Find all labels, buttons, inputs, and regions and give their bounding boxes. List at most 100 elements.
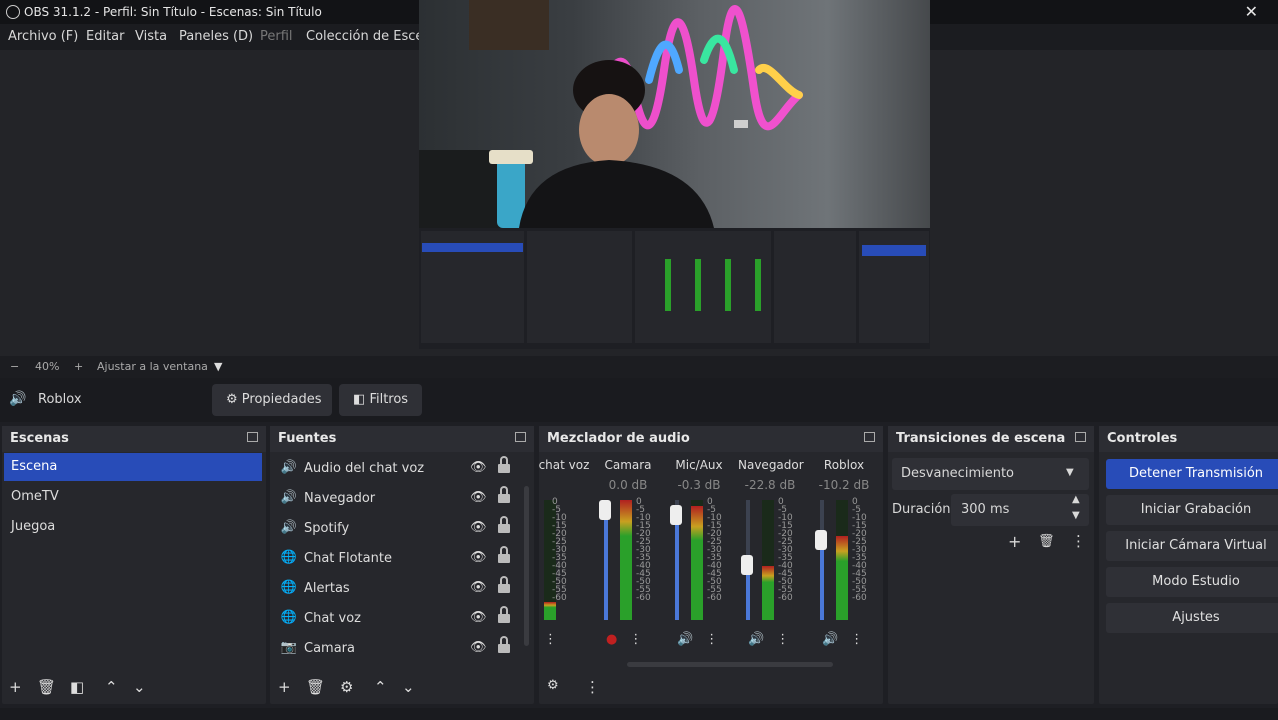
source-item[interactable]: 🌐 Alertas 👁: [280, 576, 520, 604]
source-item[interactable]: 🔊 Navegador 👁: [280, 486, 520, 514]
float-dock-icon[interactable]: [515, 432, 526, 442]
add-source-icon[interactable]: +: [278, 678, 291, 696]
filters-button[interactable]: ◧ Filtros: [339, 384, 422, 416]
channel-menu-icon[interactable]: ⋮: [629, 632, 642, 647]
float-dock-icon[interactable]: [1075, 432, 1086, 442]
visibility-eye-icon[interactable]: 👁: [470, 610, 487, 625]
visibility-eye-icon[interactable]: 👁: [470, 520, 487, 535]
scene-item[interactable]: Juegoa: [4, 513, 262, 541]
channel-db: -0.3 dB: [677, 478, 721, 492]
settings-button[interactable]: Ajustes: [1106, 603, 1278, 633]
gear-icon[interactable]: ⚙: [340, 678, 353, 696]
mixer-channel: Navegador -22.8 dB 0 -5 -10 -15 -20 -25 -3…: [738, 456, 804, 656]
scene-item[interactable]: OmeTV: [4, 483, 262, 511]
advanced-audio-icon[interactable]: ⚙: [547, 678, 559, 693]
mixer-scrollbar[interactable]: [627, 662, 833, 667]
lock-icon[interactable]: [498, 486, 510, 503]
menu-edit[interactable]: Editar: [86, 29, 125, 44]
lock-icon[interactable]: [498, 576, 510, 593]
float-dock-icon[interactable]: [247, 432, 258, 442]
volume-slider[interactable]: [670, 500, 682, 620]
scenes-header: Escenas: [2, 426, 266, 452]
visibility-eye-icon[interactable]: 👁: [470, 460, 487, 475]
trash-icon[interactable]: 🗑: [306, 678, 325, 696]
visibility-eye-icon[interactable]: 👁: [470, 640, 487, 655]
source-item[interactable]: 🔊 Audio del chat voz 👁: [280, 456, 520, 484]
scene-filter-icon[interactable]: ◧: [70, 678, 84, 696]
transition-select[interactable]: Desvanecimiento ▼: [892, 458, 1089, 490]
lock-icon[interactable]: [498, 606, 510, 623]
volume-knob[interactable]: [741, 555, 753, 575]
chevron-down-icon[interactable]: ▼: [214, 360, 222, 373]
scenes-title: Escenas: [10, 431, 69, 446]
mixer-menu-icon[interactable]: ⋮: [585, 678, 600, 696]
speaker-icon[interactable]: 🔊: [748, 632, 764, 647]
mixer-header: Mezclador de audio: [539, 426, 883, 452]
sources-title: Fuentes: [278, 431, 337, 446]
trash-icon[interactable]: 🗑: [37, 678, 56, 696]
source-item[interactable]: 🌐 Chat Flotante 👁: [280, 546, 520, 574]
start-virtual-camera-button[interactable]: Iniciar Cámara Virtual: [1106, 531, 1278, 561]
visibility-eye-icon[interactable]: 👁: [470, 550, 487, 565]
speaker-icon[interactable]: 🔊: [677, 632, 693, 647]
transition-select-value: Desvanecimiento: [901, 466, 1015, 481]
muted-speaker-icon[interactable]: ●: [606, 632, 617, 647]
menu-docks[interactable]: Paneles (D): [179, 29, 253, 44]
volume-knob[interactable]: [815, 530, 827, 550]
volume-knob[interactable]: [670, 505, 682, 525]
duration-field[interactable]: 300 ms ▲ ▼: [951, 494, 1089, 526]
duration-label: Duración: [892, 502, 951, 517]
zoom-out-button[interactable]: −: [10, 360, 19, 373]
channel-menu-icon[interactable]: ⋮: [544, 632, 557, 647]
chevron-up-icon[interactable]: ▲: [1072, 494, 1080, 505]
volume-slider[interactable]: [599, 500, 611, 620]
channel-menu-icon[interactable]: ⋮: [850, 632, 863, 647]
lock-icon[interactable]: [498, 516, 510, 533]
source-item[interactable]: 🌐 Chat voz 👁: [280, 606, 520, 634]
move-down-icon[interactable]: ⌄: [402, 678, 415, 696]
camera-icon: 📷: [280, 640, 298, 655]
lock-icon[interactable]: [498, 636, 510, 653]
duration-value: 300 ms: [961, 502, 1010, 517]
studio-mode-button[interactable]: Modo Estudio: [1106, 567, 1278, 597]
properties-button[interactable]: ⚙ Propiedades: [212, 384, 332, 416]
menu-file[interactable]: Archivo (F): [8, 29, 78, 44]
add-transition-icon[interactable]: +: [1008, 532, 1021, 551]
visibility-eye-icon[interactable]: 👁: [470, 580, 487, 595]
menu-view[interactable]: Vista: [135, 29, 167, 44]
lock-icon[interactable]: [498, 456, 510, 473]
speaker-icon[interactable]: 🔊: [822, 632, 838, 647]
float-dock-icon[interactable]: [864, 432, 875, 442]
volume-slider[interactable]: [815, 500, 827, 620]
zoom-bar: − 40% + Ajustar a la ventana ▼: [0, 356, 1278, 378]
fit-window-label[interactable]: Ajustar a la ventana: [97, 360, 208, 373]
visibility-eye-icon[interactable]: 👁: [470, 490, 487, 505]
stream-preview[interactable]: [419, 0, 930, 349]
volume-knob[interactable]: [599, 500, 611, 520]
transition-menu-icon[interactable]: ⋮: [1071, 532, 1086, 550]
zoom-in-button[interactable]: +: [74, 360, 83, 373]
channel-menu-icon[interactable]: ⋮: [705, 632, 718, 647]
chevron-down-icon[interactable]: ▼: [1072, 510, 1080, 521]
stop-streaming-button[interactable]: Detener Transmisión: [1106, 459, 1278, 489]
source-item[interactable]: 🔊 Spotify 👁: [280, 516, 520, 544]
trash-icon[interactable]: 🗑: [1038, 534, 1055, 549]
move-down-icon[interactable]: ⌄: [133, 678, 146, 696]
db-scale: 0 -5 -10 -15 -20 -25 -30 -35 -40 -45 -50…: [852, 497, 867, 603]
add-scene-icon[interactable]: +: [9, 678, 22, 696]
channel-menu-icon[interactable]: ⋮: [776, 632, 789, 647]
move-up-icon[interactable]: ⌃: [374, 678, 387, 696]
source-label: Chat voz: [304, 611, 361, 626]
mixer-channel: Roblox -10.2 dB 0 -5 -10 -15 -20 -25 -30 -…: [812, 456, 876, 656]
scene-item[interactable]: Escena: [4, 453, 262, 481]
preview-area[interactable]: [0, 0, 1278, 356]
nested-obs-capture: [419, 228, 930, 349]
lock-icon[interactable]: [498, 546, 510, 563]
close-icon[interactable]: ✕: [1245, 2, 1258, 21]
move-up-icon[interactable]: ⌃: [105, 678, 118, 696]
sources-scrollbar[interactable]: [524, 486, 529, 646]
source-item[interactable]: 📷 Camara 👁: [280, 636, 520, 664]
volume-slider[interactable]: [741, 500, 753, 620]
menu-profile[interactable]: Perfil: [260, 29, 293, 44]
start-recording-button[interactable]: Iniciar Grabación: [1106, 495, 1278, 525]
